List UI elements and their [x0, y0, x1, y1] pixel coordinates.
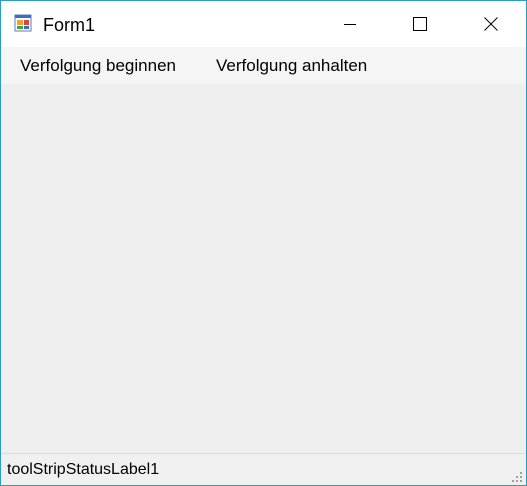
menu-item-verfolgung-beginnen[interactable]: Verfolgung beginnen — [12, 47, 184, 84]
maximize-icon — [413, 17, 427, 31]
menu-strip: Verfolgung beginnen Verfolgung anhalten — [1, 47, 526, 84]
form-client-area — [1, 84, 526, 453]
status-label: toolStripStatusLabel1 — [7, 461, 160, 478]
menu-item-verfolgung-anhalten[interactable]: Verfolgung anhalten — [208, 47, 375, 84]
close-icon — [484, 17, 498, 31]
window-title: Form1 — [43, 15, 96, 35]
minimize-button[interactable] — [327, 1, 373, 47]
close-button[interactable] — [468, 1, 514, 47]
title-bar[interactable]: Form1 — [1, 1, 526, 47]
maximize-button[interactable] — [397, 1, 443, 47]
form-window: Form1 Verfolgung beginnen Verfolgung anh… — [0, 0, 527, 486]
resize-grip-icon[interactable] — [511, 471, 523, 483]
form-app-icon — [14, 14, 32, 32]
status-strip: toolStripStatusLabel1 — [1, 453, 526, 485]
minimize-icon — [344, 24, 356, 25]
